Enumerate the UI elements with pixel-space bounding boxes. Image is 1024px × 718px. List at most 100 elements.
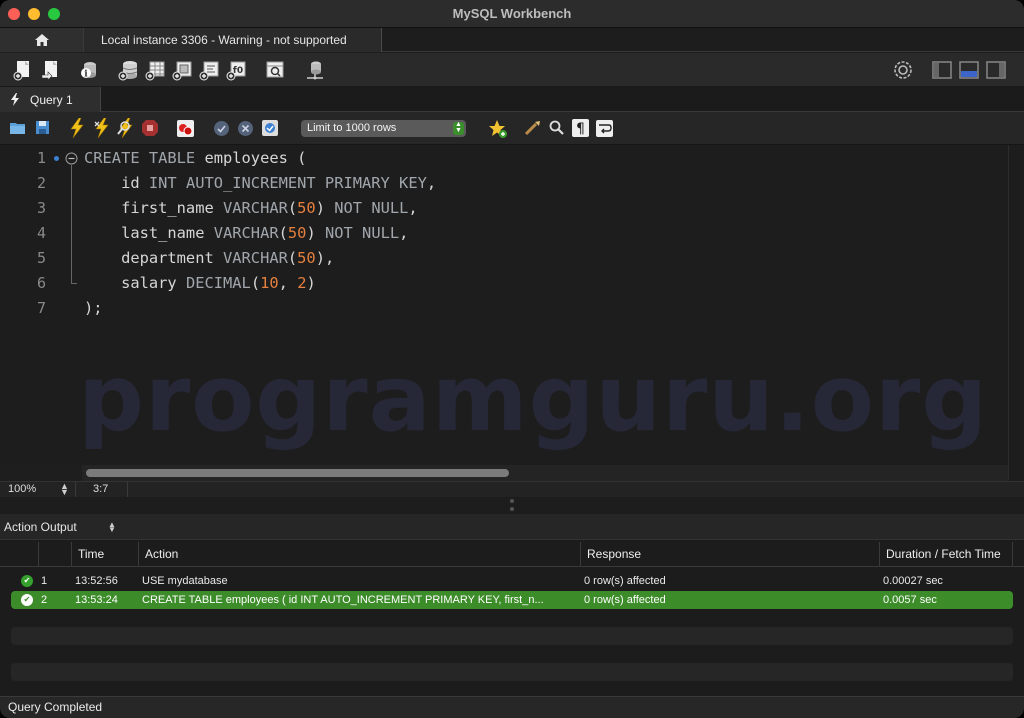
open-file-icon[interactable] bbox=[9, 119, 31, 141]
zoom-value: 100% bbox=[8, 483, 37, 495]
inspector-icon[interactable]: i bbox=[78, 59, 100, 81]
code-line[interactable]: id INT AUTO_INCREMENT PRIMARY KEY, bbox=[84, 171, 436, 196]
save-icon[interactable] bbox=[34, 119, 56, 141]
create-function-icon[interactable]: f0 bbox=[225, 59, 247, 81]
search-table-data-icon[interactable] bbox=[264, 59, 286, 81]
code-line[interactable]: salary DECIMAL(10, 2) bbox=[84, 271, 436, 296]
find-icon[interactable] bbox=[548, 119, 570, 141]
chevron-updown-icon: ▲ ▼ bbox=[60, 481, 69, 497]
editor-scroll-thumb[interactable] bbox=[86, 469, 509, 477]
table-row-selected[interactable]: ✔ 2 13:53:24 CREATE TABLE employees ( id… bbox=[11, 591, 1013, 609]
sql-number: 50 bbox=[297, 199, 316, 217]
window-title: MySQL Workbench bbox=[452, 6, 572, 21]
line-number: 5 bbox=[36, 249, 46, 267]
settings-icon[interactable] bbox=[892, 59, 914, 81]
sql-text: , bbox=[399, 224, 409, 242]
sql-text: ) bbox=[315, 199, 335, 217]
sql-text: last_name bbox=[84, 224, 214, 242]
limit-rows-select[interactable]: Limit to 1000 rows ▲ ▼ bbox=[301, 120, 466, 137]
autocommit-icon[interactable] bbox=[261, 119, 283, 141]
code-line[interactable]: first_name VARCHAR(50) NOT NULL, bbox=[84, 196, 436, 221]
sql-text: ( bbox=[287, 249, 298, 267]
output-panel-header: Action Output ▲ ▼ bbox=[0, 514, 1024, 540]
action-output-grid: Time Action Response Duration / Fetch Ti… bbox=[0, 540, 1024, 696]
lightning-icon bbox=[11, 93, 19, 106]
col-status[interactable] bbox=[0, 542, 38, 567]
sql-number: 50 bbox=[287, 224, 307, 242]
create-procedure-icon[interactable] bbox=[198, 59, 220, 81]
col-duration[interactable]: Duration / Fetch Time bbox=[879, 542, 1013, 567]
sql-editor[interactable]: programguru.org 1 2 3 4 5 6 7 CREATE TAB… bbox=[0, 145, 1010, 465]
sql-keyword: NOT NULL bbox=[324, 224, 400, 242]
open-sql-script-icon[interactable] bbox=[40, 59, 62, 81]
main-toolbar: i f0 bbox=[0, 53, 1024, 87]
line-number-gutter: 1 2 3 4 5 6 7 bbox=[0, 145, 82, 465]
zoom-select[interactable]: 100% ▲ ▼ bbox=[0, 482, 76, 497]
sql-keyword: NOT NULL bbox=[334, 199, 409, 217]
row-duration: 0.00027 sec bbox=[883, 575, 943, 587]
code-line[interactable]: last_name VARCHAR(50) NOT NULL, bbox=[84, 221, 436, 246]
code-line[interactable]: ); bbox=[84, 296, 436, 321]
invisible-chars-icon[interactable]: ¶ bbox=[572, 119, 594, 141]
connection-tab[interactable]: Local instance 3306 - Warning - not supp… bbox=[84, 28, 382, 52]
commit-icon[interactable] bbox=[213, 120, 235, 142]
fold-toggle-icon[interactable] bbox=[65, 152, 78, 165]
toggle-continue-on-error-icon[interactable] bbox=[176, 119, 198, 141]
sql-keyword: CREATE TABLE bbox=[84, 149, 196, 167]
row-duration: 0.0057 sec bbox=[883, 594, 937, 606]
sql-text: ); bbox=[84, 299, 103, 317]
tab-query-1[interactable]: Query 1 bbox=[0, 87, 101, 112]
add-snippet-icon[interactable] bbox=[488, 119, 510, 141]
mysql-workbench-window: MySQL Workbench Local instance 3306 - Wa… bbox=[0, 0, 1024, 718]
explain-icon[interactable] bbox=[117, 117, 139, 140]
stop-icon[interactable] bbox=[141, 119, 163, 141]
col-action[interactable]: Action bbox=[138, 542, 580, 567]
sql-text: , bbox=[408, 199, 418, 217]
toggle-secondary-sidebar-icon[interactable] bbox=[985, 59, 1007, 81]
create-schema-icon[interactable] bbox=[117, 59, 139, 81]
new-sql-tab-icon[interactable] bbox=[12, 59, 34, 81]
home-icon bbox=[34, 34, 49, 46]
sql-editor-toolbar: Limit to 1000 rows ▲ ▼ ¶ bbox=[0, 112, 1024, 145]
line-number: 2 bbox=[36, 174, 46, 192]
sql-number: 50 bbox=[297, 249, 316, 267]
toggle-sidebar-icon[interactable] bbox=[931, 59, 953, 81]
execute-icon[interactable] bbox=[68, 117, 90, 140]
line-number: 4 bbox=[36, 224, 46, 242]
editor-vertical-scrollbar[interactable] bbox=[1008, 145, 1024, 480]
row-time: 13:52:56 bbox=[75, 575, 118, 587]
reconnect-icon[interactable] bbox=[304, 59, 326, 81]
col-response[interactable]: Response bbox=[580, 542, 879, 567]
output-type-value: Action Output bbox=[4, 520, 77, 534]
table-row[interactable]: ✔ 1 13:52:56 USE mydatabase 0 row(s) aff… bbox=[11, 572, 1013, 590]
col-index[interactable] bbox=[38, 542, 71, 567]
fold-end bbox=[71, 283, 77, 284]
query-tab-bar: Query 1 bbox=[0, 87, 1024, 112]
panel-splitter[interactable] bbox=[0, 497, 1024, 514]
success-check-icon: ✔ bbox=[21, 594, 33, 606]
create-view-icon[interactable] bbox=[171, 59, 193, 81]
cursor-position: 3:7 bbox=[76, 482, 128, 497]
toggle-output-icon[interactable] bbox=[958, 59, 980, 81]
sql-number: 10 bbox=[260, 274, 279, 292]
watermark-text: programguru.org bbox=[78, 345, 989, 452]
beautify-icon[interactable] bbox=[524, 119, 546, 141]
code-area[interactable]: CREATE TABLE employees ( id INT AUTO_INC… bbox=[84, 146, 436, 321]
create-table-icon[interactable] bbox=[144, 59, 166, 81]
home-tab[interactable] bbox=[0, 28, 84, 52]
line-number: 7 bbox=[36, 299, 46, 317]
wrap-lines-icon[interactable] bbox=[596, 120, 618, 142]
col-time[interactable]: Time bbox=[71, 542, 138, 567]
row-time: 13:53:24 bbox=[75, 594, 118, 606]
sql-keyword: VARCHAR bbox=[223, 249, 288, 267]
code-line[interactable]: CREATE TABLE employees ( bbox=[84, 146, 436, 171]
sql-text: salary bbox=[84, 274, 186, 292]
empty-row bbox=[11, 627, 1013, 645]
execute-current-icon[interactable] bbox=[93, 117, 115, 140]
rollback-icon[interactable] bbox=[237, 120, 259, 142]
status-bar: Query Completed bbox=[0, 696, 1024, 718]
code-line[interactable]: department VARCHAR(50), bbox=[84, 246, 436, 271]
sql-text: ) bbox=[306, 274, 316, 292]
sql-text: employees ( bbox=[195, 149, 307, 167]
output-type-select[interactable]: Action Output ▲ ▼ bbox=[4, 520, 116, 534]
